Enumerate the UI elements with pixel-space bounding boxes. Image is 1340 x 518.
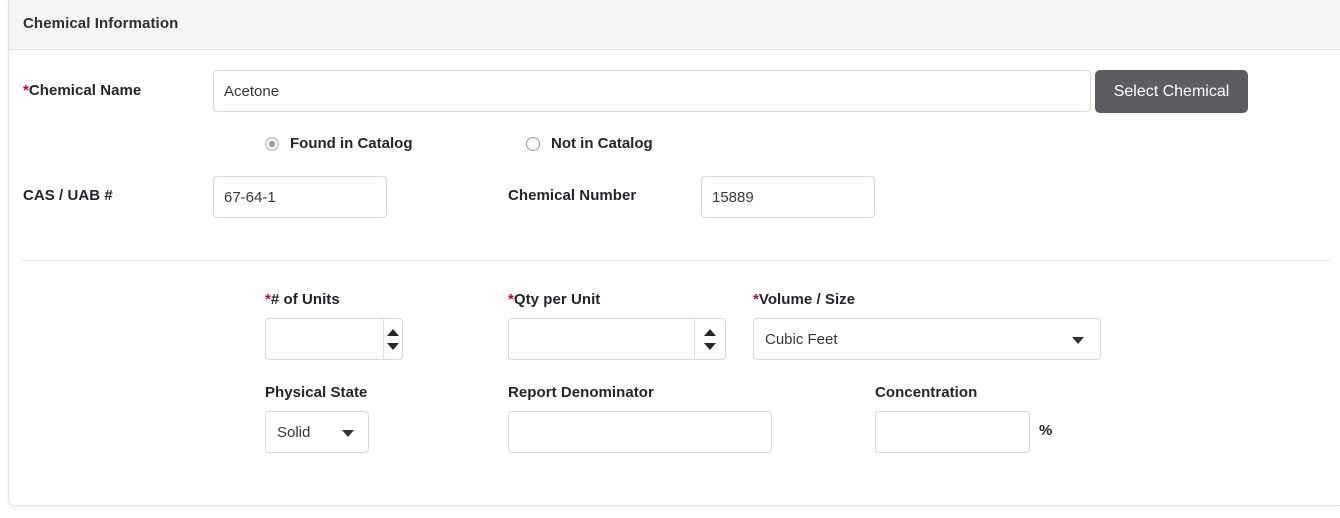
physical-state-label: Physical State — [265, 384, 367, 401]
radio-not-in-catalog-label: Not in Catalog — [551, 135, 653, 152]
volume-size-label: *Volume / Size — [753, 291, 855, 308]
volume-size-label-text: Volume / Size — [759, 291, 855, 308]
volume-size-select[interactable]: Cubic Feet — [753, 318, 1101, 360]
chemical-name-input[interactable] — [213, 70, 1091, 112]
concentration-input[interactable] — [875, 411, 1030, 453]
chevron-down-icon[interactable] — [342, 430, 354, 437]
report-denominator-label: Report Denominator — [508, 384, 654, 401]
physical-state-select[interactable]: Solid — [265, 411, 369, 453]
chevron-down-icon[interactable] — [1072, 337, 1084, 344]
section-divider — [21, 260, 1331, 261]
stepper-up-icon[interactable] — [387, 329, 399, 336]
cas-uab-input[interactable] — [213, 176, 387, 218]
radio-not-in-catalog[interactable]: Not in Catalog — [526, 135, 653, 152]
radio-found-in-catalog-dot[interactable] — [265, 137, 279, 151]
qty-per-unit-label: *Qty per Unit — [508, 291, 600, 308]
report-denominator-input[interactable] — [508, 411, 772, 453]
stepper-up-icon[interactable] — [704, 329, 716, 336]
num-units-stepper[interactable] — [265, 318, 403, 360]
qty-per-unit-label-text: Qty per Unit — [514, 291, 600, 308]
radio-found-in-catalog-label: Found in Catalog — [290, 135, 412, 152]
chemical-name-label-text: Chemical Name — [29, 82, 141, 99]
qty-per-unit-input[interactable] — [509, 319, 694, 359]
cas-uab-label: CAS / UAB # — [23, 187, 113, 204]
chemical-name-label: *Chemical Name — [23, 82, 141, 99]
num-units-label-text: # of Units — [271, 291, 340, 308]
concentration-percent-suffix: % — [1039, 422, 1052, 439]
panel-title: Chemical Information — [23, 15, 178, 32]
qty-per-unit-stepper-buttons[interactable] — [694, 319, 725, 359]
num-units-stepper-buttons[interactable] — [383, 319, 402, 359]
physical-state-value: Solid — [266, 424, 310, 441]
stepper-down-icon[interactable] — [704, 343, 716, 350]
stepper-down-icon[interactable] — [387, 343, 399, 350]
chemical-information-panel: Chemical Information *Chemical Name Sele… — [8, 0, 1340, 506]
num-units-input[interactable] — [266, 319, 383, 359]
chemical-number-input[interactable] — [701, 176, 875, 218]
concentration-label: Concentration — [875, 384, 977, 401]
panel-header: Chemical Information — [9, 0, 1340, 50]
radio-found-in-catalog[interactable]: Found in Catalog — [265, 135, 412, 152]
qty-per-unit-stepper[interactable] — [508, 318, 726, 360]
volume-size-value: Cubic Feet — [754, 331, 838, 348]
radio-not-in-catalog-dot[interactable] — [526, 137, 540, 151]
num-units-label: *# of Units — [265, 291, 340, 308]
chemical-number-label: Chemical Number — [508, 187, 636, 204]
select-chemical-button[interactable]: Select Chemical — [1095, 70, 1248, 113]
